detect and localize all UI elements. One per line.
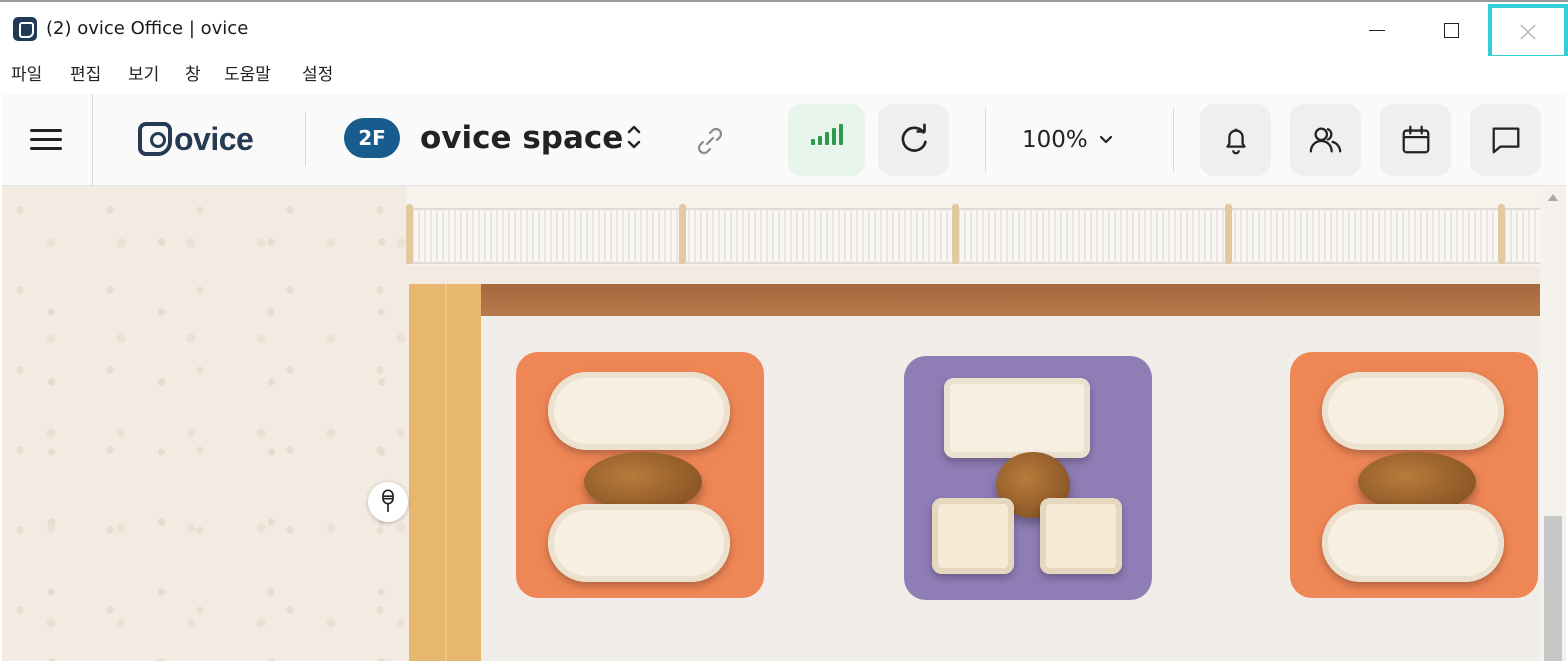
minimize-icon [1369, 29, 1385, 31]
coffee-table [584, 452, 702, 512]
railing-post [1498, 204, 1505, 264]
zoom-level: 100% [1022, 127, 1088, 153]
space-name[interactable]: ovice space [420, 120, 623, 156]
balcony-railing [406, 208, 1540, 264]
window-title: (2) ovice Office | ovice [46, 18, 249, 39]
divider [985, 108, 986, 172]
scroll-up-arrow[interactable] [1548, 194, 1558, 201]
chevron-down-icon [1099, 135, 1112, 144]
vertical-scrollbar[interactable] [1544, 516, 1562, 661]
sofa [548, 504, 730, 582]
zoom-selector[interactable]: 100% [1022, 122, 1114, 158]
app-icon [13, 17, 37, 41]
microphone-icon[interactable] [368, 482, 408, 522]
sofa [1322, 504, 1504, 582]
notifications-button[interactable] [1200, 104, 1271, 176]
calendar-button[interactable] [1380, 104, 1451, 176]
signal-strength-icon[interactable] [788, 104, 865, 176]
menu-view[interactable]: 보기 [128, 60, 159, 85]
menu-window[interactable]: 창 [185, 60, 201, 85]
menu-settings[interactable]: 설정 [302, 60, 333, 85]
floor-badge[interactable]: 2F [344, 118, 400, 158]
users-icon [1309, 127, 1341, 153]
maximize-button[interactable] [1413, 2, 1489, 58]
coffee-table [1358, 452, 1476, 512]
logo-mark-icon [138, 122, 172, 156]
wooden-wall [409, 284, 1540, 316]
menu-file[interactable]: 파일 [11, 60, 42, 85]
minimize-button[interactable] [1339, 2, 1415, 58]
sofa [1322, 372, 1504, 450]
sofa [944, 378, 1090, 458]
menu-bar: 파일 편집 보기 창 도움말 설정 [0, 56, 1568, 94]
close-button[interactable] [1488, 4, 1568, 59]
divider [305, 112, 306, 166]
divider [92, 94, 93, 186]
railing-post [952, 204, 959, 264]
divider [1173, 108, 1174, 172]
close-icon [1520, 23, 1536, 40]
menu-help[interactable]: 도움말 [224, 60, 271, 85]
office-map-canvas[interactable] [2, 186, 1566, 661]
maximize-icon [1443, 22, 1459, 38]
sofa [548, 372, 730, 450]
logo-text: ovice [174, 120, 254, 157]
railing-post [1225, 204, 1232, 264]
armchair [1040, 498, 1122, 574]
chat-icon [1492, 127, 1519, 154]
members-button[interactable] [1290, 104, 1361, 176]
refresh-button[interactable] [878, 104, 949, 176]
link-icon[interactable] [690, 121, 730, 161]
railing-post [406, 204, 413, 264]
menu-edit[interactable]: 편집 [70, 60, 101, 85]
app-toolbar: ovice 2F ovice space 100% [2, 94, 1566, 186]
wooden-partition [409, 284, 481, 661]
bell-icon [1225, 128, 1246, 155]
railing-post [679, 204, 686, 264]
chat-button[interactable] [1470, 104, 1541, 176]
chevron-up-down-icon[interactable] [620, 120, 648, 154]
window-titlebar: (2) ovice Office | ovice [0, 0, 1568, 59]
calendar-icon [1402, 125, 1429, 154]
ovice-logo: ovice [138, 120, 254, 157]
refresh-icon [901, 123, 927, 152]
hamburger-icon[interactable] [28, 125, 64, 155]
armchair [932, 498, 1014, 574]
